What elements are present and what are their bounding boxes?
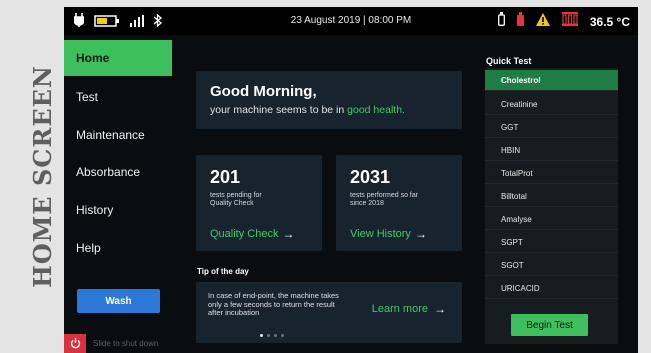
warning-icon [535, 12, 550, 31]
begin-test-button[interactable]: Begin Test [511, 314, 588, 336]
shutdown-slider[interactable]: Slide to shut down [64, 334, 172, 353]
quick-test-item-sgpt[interactable]: SGPT [485, 232, 618, 253]
sidebar-item-home[interactable]: Home [64, 40, 172, 76]
performed-count: 2031 [350, 167, 391, 187]
greeting-message-text: your machine seems to be in [210, 104, 345, 116]
view-history-link[interactable]: View History → [350, 227, 427, 241]
performed-description: tests performed so far since 2018 [350, 192, 448, 208]
shutdown-label: Slide to shut down [93, 339, 159, 348]
tip-title: Tip of the day [197, 267, 249, 276]
sidebar-item-history[interactable]: History [64, 192, 172, 228]
reagent-bottle-icon [516, 12, 524, 31]
quick-test-item-amalyse[interactable]: Amalyse [485, 209, 618, 230]
quick-test-item-creatinine[interactable]: Creatinine [485, 94, 618, 115]
health-status: good health. [347, 104, 405, 116]
quick-test-panel: Cholestrol Creatinine GGT HBIN TotalProt… [485, 68, 618, 344]
cuvette-rack-icon [561, 12, 578, 31]
tip-pagination[interactable] [260, 334, 284, 337]
tip-card[interactable]: In case of end-point, the machine takes … [196, 282, 462, 343]
tip-text: In case of end-point, the machine takes … [208, 291, 339, 317]
learn-more-label: Learn more [371, 303, 428, 315]
view-history-label: View History [350, 228, 411, 240]
page-caption: HOME SCREEN [22, 0, 62, 353]
quick-test-item-hbin[interactable]: HBIN [485, 140, 618, 161]
tests-performed-card: 2031 tests performed so far since 2018 V… [336, 155, 462, 251]
pagination-dot[interactable] [281, 334, 284, 337]
pending-count: 201 [210, 167, 241, 187]
quick-test-item-cholestrol[interactable]: Cholestrol [485, 70, 618, 91]
arrow-right-icon: → [414, 227, 427, 241]
quick-test-item-billtotal[interactable]: Billtotal [485, 186, 618, 207]
pending-qc-card: 201 tests pending for Quality Check Qual… [196, 155, 322, 251]
quick-test-item-uricacid[interactable]: URICACID [485, 278, 618, 299]
caption-text: HOME SCREEN [27, 65, 57, 288]
pagination-dot[interactable] [260, 334, 263, 337]
pagination-dot[interactable] [274, 334, 277, 337]
sidebar-item-maintenance[interactable]: Maintenance [64, 117, 172, 153]
quality-check-label: Quality Check [210, 228, 279, 240]
pending-desc-line2: Quality Check [210, 200, 254, 207]
quick-test-item-sgot[interactable]: SGOT [485, 255, 618, 276]
sidebar-item-test[interactable]: Test [64, 79, 172, 115]
performed-desc-line1: tests performed so far [350, 192, 419, 199]
pending-desc-line1: tests pending for [210, 192, 262, 199]
sidebar-item-absorbance[interactable]: Absorbance [64, 154, 172, 190]
status-bar: 23 August 2019 | 08:00 PM 36.5 °C [64, 7, 638, 35]
arrow-right-icon: → [434, 302, 446, 316]
sidebar-item-help[interactable]: Help [64, 230, 172, 266]
learn-more-link[interactable]: Learn more → [372, 302, 446, 316]
quick-test-item-ggt[interactable]: GGT [485, 117, 618, 138]
quick-test-title: Quick Test [486, 56, 532, 66]
greeting-card: Good Morning, your machine seems to be i… [196, 71, 462, 129]
greeting-title: Good Morning, [210, 83, 317, 100]
bottle-icon [497, 12, 505, 31]
temperature-readout: 36.5 °C [589, 14, 630, 29]
status-right-group: 36.5 °C [497, 12, 630, 31]
sidebar-nav: Home Test Maintenance Absorbance History… [64, 35, 172, 353]
pagination-dot[interactable] [267, 334, 270, 337]
device-screen: 23 August 2019 | 08:00 PM 36.5 °C Home T… [64, 7, 638, 353]
power-icon[interactable] [64, 334, 86, 353]
wash-button[interactable]: Wash [77, 289, 160, 313]
quick-test-item-totalprot[interactable]: TotalProt [485, 163, 618, 184]
performed-desc-line2: since 2018 [350, 200, 384, 207]
quality-check-link[interactable]: Quality Check → [210, 227, 294, 241]
pending-description: tests pending for Quality Check [210, 192, 308, 208]
arrow-right-icon: → [282, 227, 295, 241]
greeting-message: your machine seems to be in good health. [210, 104, 448, 116]
